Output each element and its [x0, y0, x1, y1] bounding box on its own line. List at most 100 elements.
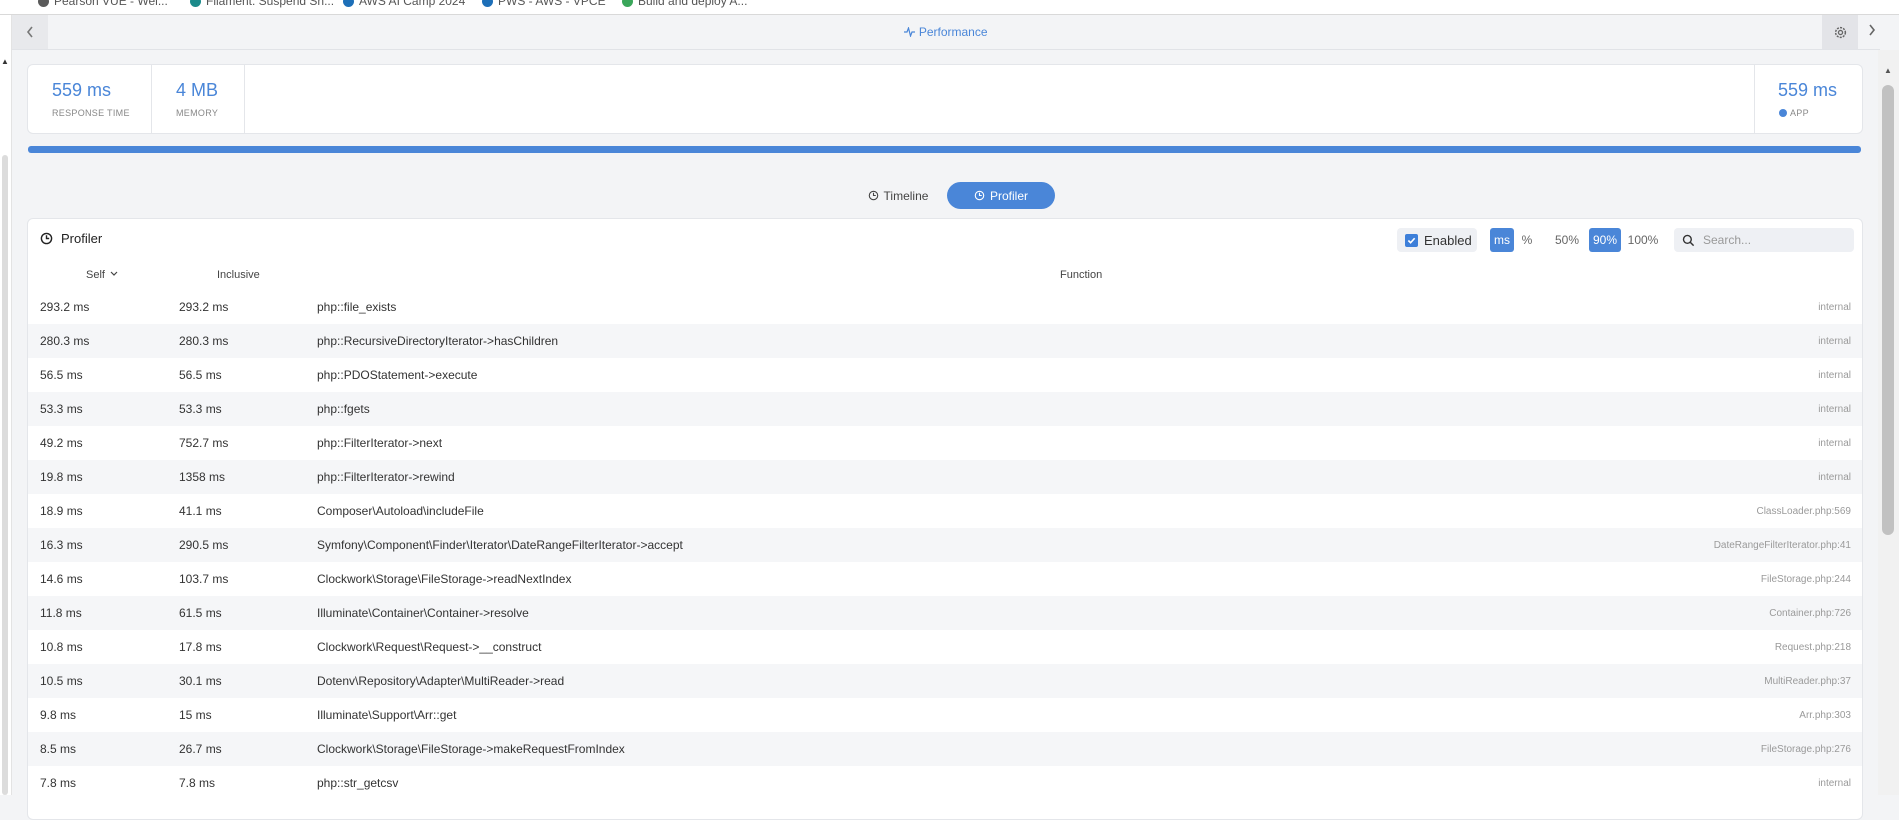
left-scrollbar-thumb[interactable] [2, 155, 8, 795]
table-row[interactable]: 10.5 ms 30.1 ms Dotenv\Repository\Adapter\… [28, 664, 1862, 698]
bookmark-icon [622, 0, 633, 8]
function-cell: Symfony\Component\Finder\Iterator\DateRa… [317, 538, 683, 552]
profiler-table: 293.2 ms 293.2 ms php::file_exists internal… [28, 290, 1862, 800]
activity-icon [904, 25, 916, 39]
table-row[interactable]: 9.8 ms 15 ms Illuminate\Support\Arr::get Ar… [28, 698, 1862, 732]
top-bar: Performance [12, 15, 1880, 50]
inclusive-cell: 53.3 ms [179, 402, 222, 416]
tab-timeline[interactable]: Timeline [848, 182, 948, 209]
checkbox-checked-icon[interactable] [1405, 233, 1418, 247]
function-cell: Illuminate\Container\Container->resolve [317, 606, 529, 620]
table-row[interactable]: 280.3 ms 280.3 ms php::RecursiveDirectoryI… [28, 324, 1862, 358]
table-row[interactable]: 16.3 ms 290.5 ms Symfony\Component\Finder\… [28, 528, 1862, 562]
bookmark-item[interactable]: Build and deploy A... [622, 0, 747, 8]
chevron-right-icon [1869, 24, 1876, 36]
inclusive-cell: 1358 ms [179, 470, 226, 484]
scroll-up-arrow-icon[interactable]: ▲ [1884, 66, 1892, 75]
threshold-100-button[interactable]: 100% [1625, 228, 1661, 252]
app-progress-bar [28, 146, 1861, 153]
column-header-function: Function [1060, 269, 1103, 281]
inclusive-cell: 41.1 ms [179, 504, 222, 518]
search-input[interactable] [1701, 232, 1845, 248]
main-scrollbar[interactable]: ▲ [1878, 50, 1899, 795]
column-header-inclusive[interactable]: Inclusive [217, 269, 260, 281]
bookmark-item[interactable]: Filament: Suspend Sh... [190, 0, 334, 8]
table-row[interactable]: 53.3 ms 53.3 ms php::fgets internal [28, 392, 1862, 426]
self-cell: 280.3 ms [40, 334, 90, 348]
table-row[interactable]: 56.5 ms 56.5 ms php::PDOStatement->execute… [28, 358, 1862, 392]
inclusive-cell: 103.7 ms [179, 572, 229, 586]
inclusive-cell: 280.3 ms [179, 334, 229, 348]
function-cell: php::RecursiveDirectoryIterator->hasChil… [317, 334, 559, 348]
source-cell: internal [1818, 336, 1851, 347]
function-cell: Dotenv\Repository\Adapter\MultiReader->r… [317, 674, 565, 688]
divider [244, 65, 245, 133]
divider [1754, 65, 1755, 133]
source-cell[interactable]: MultiReader.php:37 [1764, 676, 1851, 687]
source-cell[interactable]: DateRangeFilterIterator.php:41 [1714, 540, 1851, 551]
table-row[interactable]: 293.2 ms 293.2 ms php::file_exists internal [28, 290, 1862, 324]
self-cell: 49.2 ms [40, 436, 83, 450]
function-cell: Clockwork\Storage\FileStorage->readNextI… [317, 572, 572, 586]
unit-percent-button[interactable]: % [1518, 228, 1536, 252]
source-cell[interactable]: Arr.php:303 [1799, 710, 1851, 721]
self-cell: 10.5 ms [40, 674, 83, 688]
profiler-panel: Profiler Enabled ms % 50% 90% 100% Self … [27, 218, 1863, 820]
source-cell[interactable]: ClassLoader.php:569 [1756, 506, 1851, 517]
source-cell[interactable]: Container.php:726 [1769, 608, 1851, 619]
self-cell: 10.8 ms [40, 640, 83, 654]
memory-label: MEMORY [176, 108, 219, 118]
function-cell: Composer\Autoload\includeFile [317, 504, 484, 518]
source-cell: internal [1818, 370, 1851, 381]
app-value: 559 ms [1778, 80, 1838, 100]
table-row[interactable]: 11.8 ms 61.5 ms Illuminate\Container\Conta… [28, 596, 1862, 630]
settings-button[interactable] [1822, 15, 1858, 49]
source-cell: internal [1818, 302, 1851, 313]
bookmark-item[interactable]: PWS - AWS - VPCE [482, 0, 606, 8]
function-cell: Illuminate\Support\Arr::get [317, 708, 457, 722]
function-cell: php::file_exists [317, 300, 397, 314]
enabled-toggle[interactable]: Enabled [1397, 228, 1477, 252]
inclusive-cell: 26.7 ms [179, 742, 222, 756]
function-cell: php::str_getcsv [317, 776, 399, 790]
search-icon [1682, 234, 1695, 246]
response-time-label: RESPONSE TIME [52, 108, 130, 118]
function-cell: php::PDOStatement->execute [317, 368, 478, 382]
forward-button[interactable] [1867, 23, 1877, 40]
table-row[interactable]: 19.8 ms 1358 ms php::FilterIterator->rewin… [28, 460, 1862, 494]
bookmark-item[interactable]: AWS AI Camp 2024 [343, 0, 465, 8]
bookmark-icon [190, 0, 201, 8]
table-row[interactable]: 14.6 ms 103.7 ms Clockwork\Storage\FileSto… [28, 562, 1862, 596]
inclusive-cell: 290.5 ms [179, 538, 229, 552]
table-row[interactable]: 10.8 ms 17.8 ms Clockwork\Request\Request-… [28, 630, 1862, 664]
function-cell: Clockwork\Storage\FileStorage->makeReque… [317, 742, 625, 756]
self-cell: 11.8 ms [40, 606, 82, 620]
source-cell[interactable]: Request.php:218 [1775, 642, 1851, 653]
self-cell: 18.9 ms [40, 504, 83, 518]
main-scrollbar-thumb[interactable] [1882, 85, 1894, 535]
search-box[interactable] [1674, 228, 1854, 252]
tab-profiler[interactable]: Profiler [947, 182, 1055, 209]
table-row[interactable]: 18.9 ms 41.1 ms Composer\Autoload\includeF… [28, 494, 1862, 528]
self-cell: 14.6 ms [40, 572, 83, 586]
function-cell: php::FilterIterator->next [317, 436, 443, 450]
self-cell: 16.3 ms [40, 538, 83, 552]
self-cell: 7.8 ms [40, 776, 77, 790]
column-header-self[interactable]: Self [86, 269, 118, 281]
table-row[interactable]: 49.2 ms 752.7 ms php::FilterIterator->next… [28, 426, 1862, 460]
scroll-up-arrow-icon[interactable]: ▲ [1, 57, 9, 66]
table-row[interactable]: 8.5 ms 26.7 ms Clockwork\Storage\FileStora… [28, 732, 1862, 766]
timeline-icon [868, 190, 878, 201]
threshold-50-button[interactable]: 50% [1553, 228, 1581, 252]
threshold-90-button[interactable]: 90% [1589, 228, 1621, 252]
bookmark-icon [343, 0, 354, 8]
source-cell[interactable]: FileStorage.php:276 [1761, 744, 1851, 755]
unit-ms-button[interactable]: ms [1490, 228, 1514, 252]
self-cell: 8.5 ms [40, 742, 77, 756]
bookmark-icon [38, 0, 49, 8]
source-cell[interactable]: FileStorage.php:244 [1761, 574, 1851, 585]
left-scrollbar[interactable]: ▲ [0, 15, 12, 795]
bookmark-item[interactable]: Pearson VUE - Wel... [38, 0, 168, 8]
inclusive-cell: 7.8 ms [179, 776, 216, 790]
self-cell: 293.2 ms [40, 300, 90, 314]
